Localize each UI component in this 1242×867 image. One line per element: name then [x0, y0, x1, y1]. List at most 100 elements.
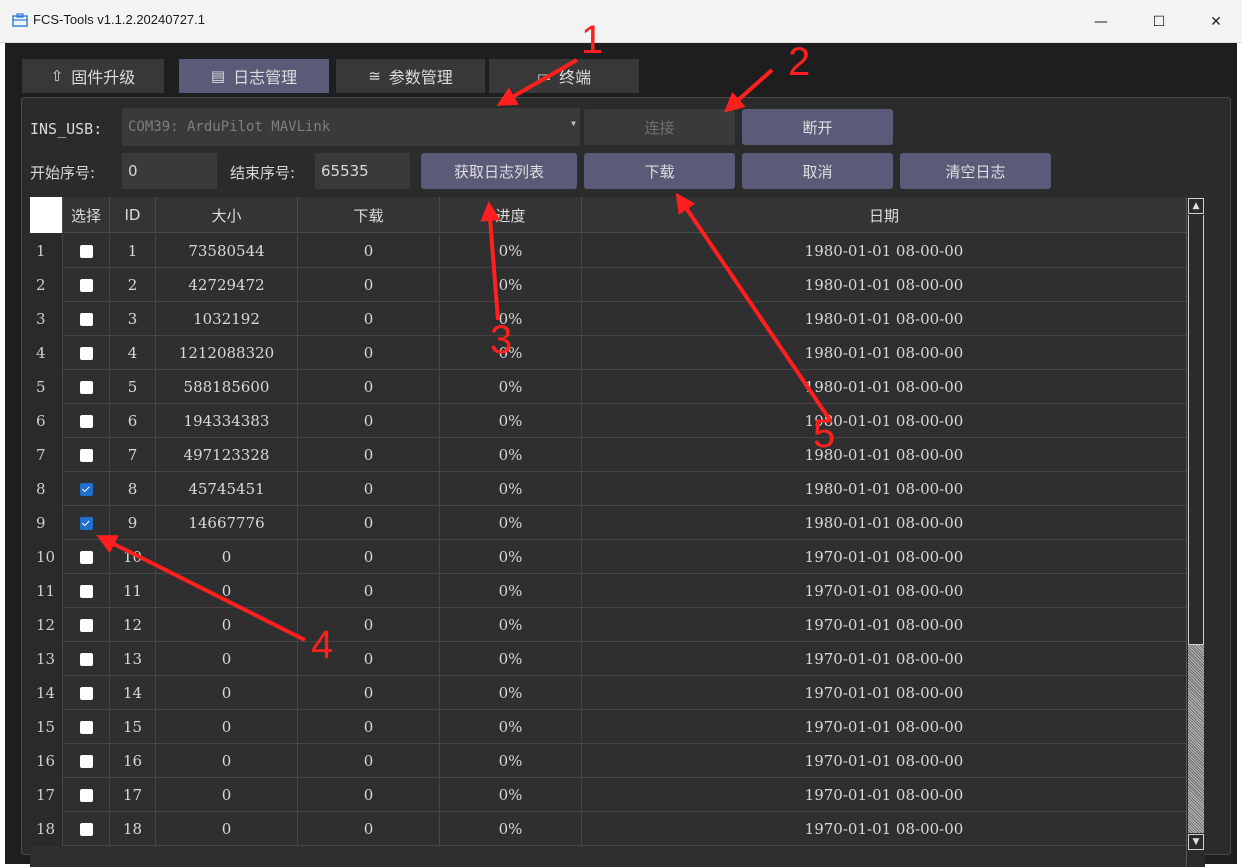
cell-size: 0: [156, 642, 298, 676]
row-checkbox[interactable]: [79, 278, 93, 292]
scroll-up-icon[interactable]: ▲: [1188, 198, 1204, 214]
row-number[interactable]: 16: [30, 744, 63, 778]
row-checkbox[interactable]: [79, 380, 93, 394]
row-checkbox[interactable]: [79, 516, 93, 530]
connect-button[interactable]: 连接: [584, 109, 735, 145]
annotation-1: 1: [581, 18, 604, 62]
row-number[interactable]: 11: [30, 574, 63, 608]
row-checkbox[interactable]: [79, 652, 93, 666]
row-number[interactable]: 7: [30, 438, 63, 472]
table-corner[interactable]: [30, 197, 63, 233]
table-row[interactable]: 15 15 0 0 0% 1970-01-01 08-00-00: [30, 710, 1205, 744]
row-checkbox[interactable]: [79, 482, 93, 496]
row-number[interactable]: 2: [30, 268, 63, 302]
cell-id: 13: [110, 642, 156, 676]
port-select[interactable]: COM39: ArduPilot MAVLink ▼: [122, 108, 580, 146]
cell-id: 17: [110, 778, 156, 812]
scroll-down-icon[interactable]: ▼: [1188, 834, 1204, 850]
table-row[interactable]: 18 18 0 0 0% 1970-01-01 08-00-00: [30, 812, 1205, 846]
row-checkbox[interactable]: [79, 448, 93, 462]
row-checkbox[interactable]: [79, 550, 93, 564]
cell-progress: 0%: [440, 676, 582, 710]
close-button[interactable]: ✕: [1193, 0, 1239, 43]
cell-date: 1970-01-01 08-00-00: [804, 684, 964, 702]
table-row[interactable]: 1 1 73580544 0 0% 1980-01-01 08-00-00: [30, 234, 1205, 268]
row-number[interactable]: 14: [30, 676, 63, 710]
col-download[interactable]: 下载: [298, 197, 440, 233]
row-number[interactable]: 4: [30, 336, 63, 370]
row-number[interactable]: 12: [30, 608, 63, 642]
table-row[interactable]: 13 13 0 0 0% 1970-01-01 08-00-00: [30, 642, 1205, 676]
close-icon: ✕: [1210, 13, 1222, 30]
table-row[interactable]: 3 3 1032192 0 0% 1980-01-01 08-00-00: [30, 302, 1205, 336]
cell-size: 14667776: [156, 506, 298, 540]
start-index-input[interactable]: 0: [122, 153, 217, 189]
row-checkbox[interactable]: [79, 584, 93, 598]
table-row[interactable]: 6 6 194334383 0 0% 1980-01-01 08-00-00: [30, 404, 1205, 438]
col-progress[interactable]: 进度: [440, 197, 582, 233]
scroll-thumb[interactable]: [1188, 645, 1204, 833]
tab-parameters[interactable]: ≅ 参数管理: [336, 59, 485, 93]
col-size[interactable]: 大小: [156, 197, 298, 233]
terminal-icon: ▭: [536, 67, 552, 85]
row-number[interactable]: 1: [30, 234, 63, 268]
cell-size: 1212088320: [156, 336, 298, 370]
table-row[interactable]: 8 8 45745451 0 0% 1980-01-01 08-00-00: [30, 472, 1205, 506]
cell-id: 18: [110, 812, 156, 846]
download-button[interactable]: 下载: [584, 153, 735, 189]
tab-terminal[interactable]: ▭ 终端: [489, 59, 639, 93]
row-checkbox[interactable]: [79, 414, 93, 428]
cancel-button[interactable]: 取消: [742, 153, 893, 189]
row-number[interactable]: 13: [30, 642, 63, 676]
row-checkbox[interactable]: [79, 244, 93, 258]
row-number[interactable]: 18: [30, 812, 63, 846]
table-row[interactable]: 14 14 0 0 0% 1970-01-01 08-00-00: [30, 676, 1205, 710]
table-row[interactable]: 17 17 0 0 0% 1970-01-01 08-00-00: [30, 778, 1205, 812]
row-checkbox[interactable]: [79, 788, 93, 802]
row-checkbox[interactable]: [79, 346, 93, 360]
table-row[interactable]: 4 4 1212088320 0 0% 1980-01-01 08-00-00: [30, 336, 1205, 370]
row-checkbox[interactable]: [79, 686, 93, 700]
row-checkbox[interactable]: [79, 618, 93, 632]
col-date[interactable]: 日期: [582, 197, 1186, 233]
cell-download: 0: [298, 268, 440, 302]
clear-logs-button[interactable]: 清空日志: [900, 153, 1051, 189]
row-number[interactable]: 10: [30, 540, 63, 574]
cell-id: 15: [110, 710, 156, 744]
minimize-button[interactable]: —: [1078, 0, 1124, 43]
row-checkbox[interactable]: [79, 720, 93, 734]
table-row[interactable]: 5 5 588185600 0 0% 1980-01-01 08-00-00: [30, 370, 1205, 404]
row-number[interactable]: 8: [30, 472, 63, 506]
table-row[interactable]: 16 16 0 0 0% 1970-01-01 08-00-00: [30, 744, 1205, 778]
scroll-track[interactable]: [1188, 215, 1204, 645]
annotation-3: 3: [490, 318, 513, 362]
vertical-scrollbar[interactable]: ▲ ▼: [1186, 197, 1205, 867]
row-checkbox[interactable]: [79, 312, 93, 326]
row-checkbox[interactable]: [79, 754, 93, 768]
table-row[interactable]: 10 10 0 0 0% 1970-01-01 08-00-00: [30, 540, 1205, 574]
cell-id: 9: [110, 506, 156, 540]
table-row[interactable]: 2 2 42729472 0 0% 1980-01-01 08-00-00: [30, 268, 1205, 302]
table-row[interactable]: 7 7 497123328 0 0% 1980-01-01 08-00-00: [30, 438, 1205, 472]
cell-select: [63, 438, 110, 472]
table-row[interactable]: 12 12 0 0 0% 1970-01-01 08-00-00: [30, 608, 1205, 642]
row-number[interactable]: 9: [30, 506, 63, 540]
table-row[interactable]: 9 9 14667776 0 0% 1980-01-01 08-00-00: [30, 506, 1205, 540]
maximize-button[interactable]: ☐: [1136, 0, 1182, 43]
disconnect-button[interactable]: 断开: [742, 109, 893, 145]
end-index-input[interactable]: 65535: [315, 153, 410, 189]
get-log-list-button[interactable]: 获取日志列表: [421, 153, 577, 189]
row-number[interactable]: 6: [30, 404, 63, 438]
row-number[interactable]: 5: [30, 370, 63, 404]
row-number[interactable]: 17: [30, 778, 63, 812]
row-checkbox[interactable]: [79, 822, 93, 836]
tab-firmware[interactable]: ⇧ 固件升级: [22, 59, 164, 93]
cell-progress: 0%: [440, 744, 582, 778]
col-select[interactable]: 选择: [63, 197, 110, 233]
cell-download: 0: [298, 778, 440, 812]
tab-log-management[interactable]: ▤ 日志管理: [179, 59, 329, 93]
col-id[interactable]: ID: [110, 197, 156, 233]
row-number[interactable]: 15: [30, 710, 63, 744]
row-number[interactable]: 3: [30, 302, 63, 336]
table-row[interactable]: 11 11 0 0 0% 1970-01-01 08-00-00: [30, 574, 1205, 608]
